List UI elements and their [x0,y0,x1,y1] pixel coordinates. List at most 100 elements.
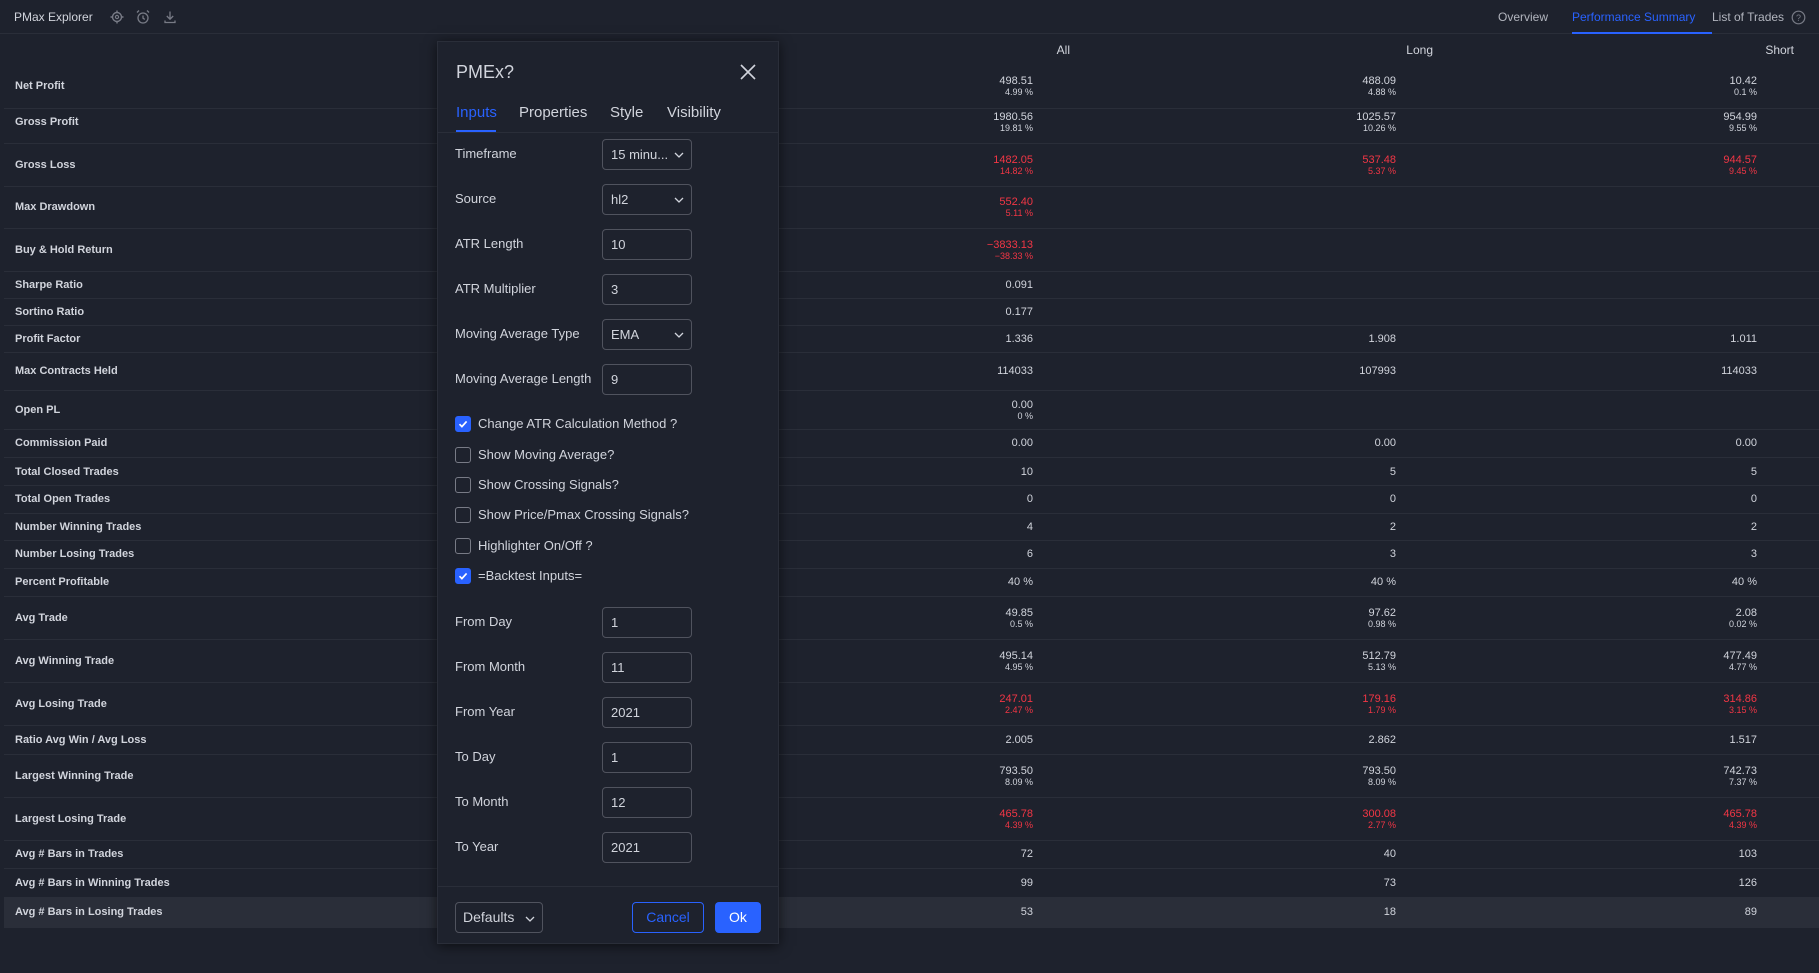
table-row: Avg # Bars in Winning Trades 99 73 126 [4,869,1819,898]
select-value: EMA [611,327,640,342]
cell-short: 314.86 3.15 % [1597,693,1757,716]
cell-value: 944.57 [1723,153,1757,166]
row-label: Total Closed Trades [15,465,119,478]
gear-icon[interactable] [108,8,126,26]
cell-long: 3 [1236,548,1396,560]
change-atr-calculation-method-checkbox[interactable]: Change ATR Calculation Method ? [455,416,755,434]
backtest-inputs-checkbox[interactable]: =Backtest Inputs= [455,568,755,586]
table-row: Buy & Hold Return −3833.13 −38.33 % [4,229,1819,272]
cell-long: 537.48 5.37 % [1236,154,1396,177]
moving-average-type-label: Moving Average Type [455,326,580,341]
checkbox-label: Show Crossing Signals? [478,477,619,492]
cancel-button[interactable]: Cancel [632,902,704,933]
atr-length-input[interactable] [602,229,692,260]
cell-percent: 4.99 % [1004,86,1033,97]
to-year-label: To Year [455,839,499,854]
ok-button[interactable]: Ok [715,902,761,933]
to-day-input[interactable] [602,742,692,773]
row-label: Buy & Hold Return [15,243,113,256]
cell-percent: 1.79 % [1367,704,1396,715]
column-header-long: Long [1406,43,1433,57]
dialog-tab-style[interactable]: Style [610,104,643,121]
checkbox-box[interactable] [455,447,471,463]
cell-all: 1.336 [873,333,1033,345]
row-label: Avg Losing Trade [15,697,107,710]
source-select[interactable]: hl2 [602,184,692,215]
highlighter-on-off-checkbox[interactable]: Highlighter On/Off ? [455,538,755,556]
checkbox-box[interactable] [455,507,471,523]
to-month-input[interactable] [602,787,692,818]
cell-long: 40 [1236,848,1396,860]
cell-all: 0 [873,493,1033,505]
cell-value: 99 [1020,876,1033,889]
column-header-all: All [1056,43,1070,57]
checkbox-box[interactable] [455,538,471,554]
close-icon[interactable] [738,62,758,82]
from-day-input[interactable] [602,607,692,638]
cell-long: 0 [1236,493,1396,505]
defaults-dropdown[interactable]: Defaults [455,902,543,933]
dialog-tab-properties[interactable]: Properties [519,104,587,121]
cell-long: 488.09 4.88 % [1236,75,1396,98]
cell-value: 40 % [1731,576,1757,588]
download-icon[interactable] [161,8,179,26]
cell-percent: 4.95 % [1004,661,1033,672]
to-month-label: To Month [455,794,509,809]
cell-value: 3 [1389,548,1396,560]
timeframe-select[interactable]: 15 minu... [602,139,692,170]
atr-multiplier-input[interactable] [602,274,692,305]
table-row: Sharpe Ratio 0.091 [4,272,1819,299]
cell-long: 300.08 2.77 % [1236,808,1396,831]
cell-value: 53 [1020,906,1033,918]
cell-long: 793.50 8.09 % [1236,765,1396,788]
table-row: Avg Winning Trade 495.14 4.95 % 512.79 5.13 … [4,640,1819,683]
alarm-clock-icon[interactable] [134,8,152,26]
cell-all: 0.091 [873,279,1033,291]
cell-value: 2 [1750,520,1757,533]
dialog-tab-inputs[interactable]: Inputs [456,104,497,121]
cell-value: 1.336 [1005,332,1033,345]
cell-long: 5 [1236,466,1396,478]
cell-value: 114033 [997,365,1033,377]
show-moving-average-checkbox[interactable]: Show Moving Average? [455,447,755,465]
cell-value: 1025.57 [1356,110,1396,123]
row-label: Largest Winning Trade [15,769,134,782]
cell-long: 18 [1236,906,1396,918]
to-year-input[interactable] [602,832,692,863]
cell-all: 498.51 4.99 % [873,75,1033,98]
checkmark-icon[interactable] [455,416,471,432]
moving-average-type-select[interactable]: EMA [602,319,692,350]
cell-value: 300.08 [1362,807,1396,820]
dialog-tab-visibility[interactable]: Visibility [667,104,721,121]
checkmark-icon[interactable] [455,568,471,584]
row-label: Net Profit [15,79,65,92]
cell-value: 793.50 [1362,764,1396,777]
show-price-pmax-crossing-signals-checkbox[interactable]: Show Price/Pmax Crossing Signals? [455,507,755,525]
table-row: Commission Paid 0.00 0.00 0.00 [4,430,1819,458]
cell-value: 314.86 [1723,692,1757,705]
row-label: Open PL [15,404,61,416]
cell-value: 0.091 [1005,278,1033,291]
cell-long: 0.00 [1236,437,1396,449]
cell-all: 1482.05 14.82 % [873,154,1033,177]
cell-value: 103 [1738,848,1757,860]
tab-list-of-trades[interactable]: List of Trades [1712,10,1784,24]
cell-short: 0.00 [1597,437,1757,449]
show-crossing-signals-checkbox[interactable]: Show Crossing Signals? [455,477,755,495]
cell-value: 4 [1026,520,1033,533]
cell-all: 53 [873,906,1033,918]
cell-all: 40 % [873,576,1033,588]
cell-short: 1.517 [1597,734,1757,746]
tab-performance-summary[interactable]: Performance Summary [1572,10,1695,24]
checkbox-box[interactable] [455,477,471,493]
help-icon[interactable]: ? [1789,8,1807,26]
moving-average-length-input[interactable] [602,364,692,395]
from-year-input[interactable] [602,697,692,728]
cell-percent: 9.55 % [1728,122,1757,133]
tab-overview[interactable]: Overview [1498,10,1548,24]
from-month-input[interactable] [602,652,692,683]
cell-value: 495.14 [999,649,1033,662]
table-row: Open PL 0.00 0 % [4,392,1819,430]
column-header-short: Short [1765,43,1794,57]
row-label: Profit Factor [15,332,81,345]
